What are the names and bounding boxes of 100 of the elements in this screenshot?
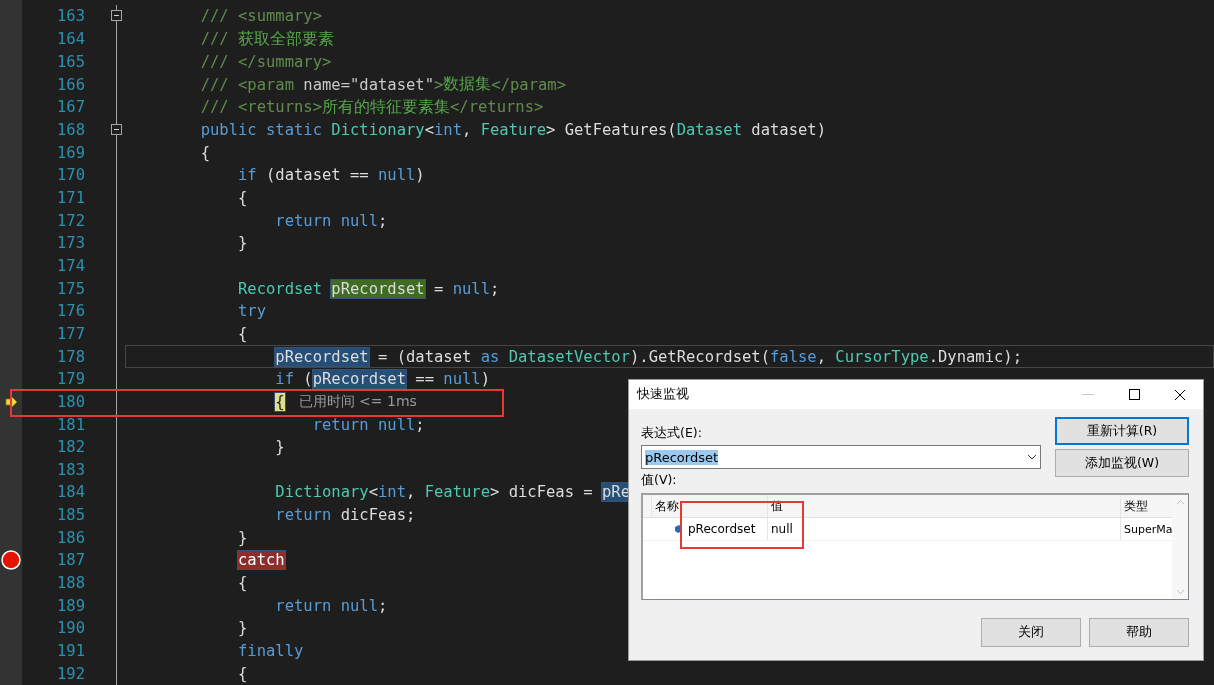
column-header[interactable]: 名称 bbox=[651, 495, 767, 517]
dropdown-chevron-icon bbox=[1027, 454, 1037, 460]
line-number: 190 bbox=[56, 619, 85, 638]
doc-comment: > bbox=[433, 75, 444, 94]
keyword-text: return null bbox=[275, 211, 378, 230]
code-text: } bbox=[238, 234, 248, 253]
code-text: { bbox=[238, 664, 248, 683]
line-number: 184 bbox=[56, 483, 85, 502]
code-text: ( bbox=[303, 370, 313, 389]
code-text: ; bbox=[415, 415, 425, 434]
type-name: DatasetVector bbox=[508, 347, 630, 366]
code-text: dicFeas; bbox=[340, 506, 416, 525]
line-number: 172 bbox=[56, 211, 85, 230]
highlighted-reference: pRecordset bbox=[312, 370, 406, 389]
expression-combobox[interactable]: pRecordset bbox=[641, 445, 1041, 469]
line-number: 177 bbox=[56, 324, 85, 343]
code-text: ; bbox=[377, 211, 388, 230]
code-text: < bbox=[424, 121, 434, 140]
variable-name: pRecordset bbox=[688, 522, 756, 536]
keyword-text: as bbox=[480, 347, 500, 366]
comment-text: 所有的特征要素集 bbox=[322, 96, 450, 118]
keyword-text: try bbox=[238, 302, 266, 321]
code-text: , bbox=[406, 483, 417, 502]
add-watch-button[interactable]: 添加监视(W) bbox=[1055, 449, 1189, 477]
line-number: 178 bbox=[56, 347, 85, 366]
line-number: 174 bbox=[56, 257, 85, 275]
line-number: 164 bbox=[56, 30, 85, 49]
line-number: 182 bbox=[56, 438, 85, 457]
keyword-text: if bbox=[275, 370, 294, 389]
keyword-text: return null bbox=[275, 596, 378, 615]
doc-comment: /// <returns> bbox=[200, 98, 322, 117]
close-icon[interactable] bbox=[1174, 388, 1186, 401]
keyword-text: null bbox=[378, 166, 416, 185]
line-number: 180 bbox=[56, 392, 85, 411]
keyword-text: null bbox=[452, 279, 490, 298]
collapse-icon[interactable] bbox=[111, 10, 122, 21]
doc-comment: </param> bbox=[491, 75, 566, 94]
breakpoint-icon[interactable] bbox=[1, 550, 21, 571]
type-name: Dictionary bbox=[275, 483, 369, 502]
line-number: 176 bbox=[56, 302, 85, 321]
code-text: ; bbox=[377, 596, 388, 615]
code-text: { bbox=[238, 324, 248, 343]
type-name: Dictionary bbox=[331, 121, 425, 140]
type-name: Feature bbox=[480, 121, 546, 140]
highlighted-declaration: pRecordset bbox=[331, 279, 425, 298]
close-dialog-button[interactable]: 关闭 bbox=[981, 618, 1081, 647]
line-number: 173 bbox=[56, 234, 85, 253]
code-text: == bbox=[415, 370, 435, 389]
code-text: (dataset == bbox=[266, 166, 370, 185]
line-number: 171 bbox=[56, 189, 85, 208]
breakpoint-statement: catch bbox=[238, 551, 285, 570]
code-text: { bbox=[238, 574, 248, 592]
keyword-text: int bbox=[434, 121, 462, 140]
code-text: , bbox=[816, 347, 827, 366]
line-number: 183 bbox=[56, 460, 85, 479]
collapse-icon[interactable] bbox=[111, 123, 122, 135]
keyword-text: return bbox=[275, 506, 332, 525]
line-number: 166 bbox=[56, 75, 85, 94]
field-icon bbox=[673, 524, 683, 534]
keyword-text: public static bbox=[200, 121, 323, 140]
line-number: 188 bbox=[56, 574, 85, 592]
line-number: 189 bbox=[56, 596, 85, 615]
type-name: CursorType bbox=[835, 347, 929, 366]
code-text: } bbox=[238, 619, 248, 638]
keyword-text: if bbox=[238, 166, 257, 185]
expression-value: pRecordset bbox=[645, 449, 719, 465]
line-number: 185 bbox=[56, 506, 85, 525]
line-number: 187 bbox=[56, 551, 85, 570]
expression-label: 表达式(E): bbox=[641, 425, 703, 442]
line-number: 175 bbox=[56, 279, 85, 298]
value-label: 值(V): bbox=[641, 472, 678, 489]
reevaluate-button[interactable]: 重新计算(R) bbox=[1055, 417, 1189, 445]
maximize-icon[interactable] bbox=[1128, 389, 1140, 400]
code-text: ) bbox=[415, 166, 425, 185]
line-number: 163 bbox=[56, 7, 85, 26]
highlighted-reference: pRecordset bbox=[275, 347, 369, 366]
code-text: { bbox=[200, 143, 210, 162]
line-number: 165 bbox=[56, 52, 85, 71]
keyword-text: false bbox=[769, 347, 817, 366]
line-number: 181 bbox=[56, 415, 85, 434]
code-text: ).GetRecordset( bbox=[630, 347, 770, 366]
code-text: < bbox=[368, 483, 378, 502]
line-number: 186 bbox=[56, 528, 85, 547]
line-number: 167 bbox=[56, 98, 85, 117]
elapsed-time-tip: 已用时间 <= 1ms bbox=[298, 392, 417, 411]
comment-text: 数据集 bbox=[443, 74, 492, 96]
line-number: 170 bbox=[56, 166, 85, 185]
doc-comment: </returns> bbox=[450, 98, 544, 117]
doc-attribute: name="dataset" bbox=[303, 75, 434, 94]
doc-comment: /// </summary> bbox=[200, 52, 332, 71]
code-text: ; bbox=[490, 279, 500, 298]
keyword-text: finally bbox=[238, 641, 304, 660]
code-text: { bbox=[238, 189, 248, 208]
line-number: 192 bbox=[56, 664, 85, 683]
line-number: 169 bbox=[56, 143, 85, 162]
highlighted-reference: pRe bbox=[601, 483, 630, 502]
type-name: Recordset bbox=[238, 279, 322, 298]
keyword-text: int bbox=[378, 483, 406, 502]
help-button[interactable]: 帮助 bbox=[1089, 618, 1189, 647]
code-text: > dicFeas = bbox=[490, 483, 594, 502]
